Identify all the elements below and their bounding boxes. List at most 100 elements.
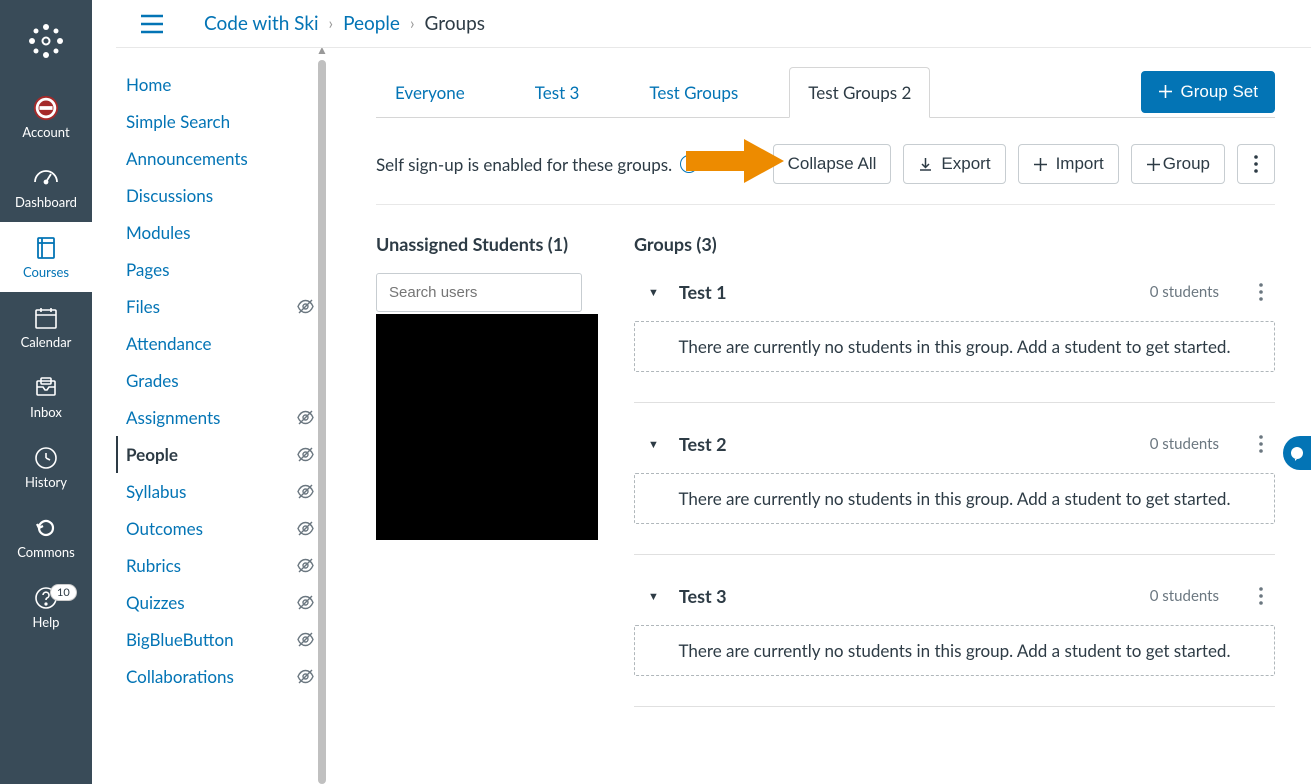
export-button[interactable]: Export [903, 144, 1005, 184]
button-label: Group [1163, 154, 1210, 174]
nav-label: Courses [23, 264, 69, 280]
plus-icon [1158, 84, 1173, 99]
coursenav-item-syllabus[interactable]: Syllabus [116, 473, 316, 510]
hidden-eye-icon [297, 631, 314, 648]
coursenav-item-rubrics[interactable]: Rubrics [116, 547, 316, 584]
coursenav-item-files[interactable]: Files [116, 288, 316, 325]
caret-down-icon: ▼ [648, 286, 659, 299]
unassigned-title: Unassigned Students (1) [376, 233, 610, 255]
nav-dashboard[interactable]: Dashboard [0, 152, 92, 222]
hidden-eye-icon [297, 446, 314, 463]
caret-down-icon: ▼ [648, 590, 659, 603]
nav-label: Help [33, 614, 60, 630]
nav-label: Account [22, 124, 69, 140]
coursenav-item-people[interactable]: People [116, 436, 316, 473]
coursenav-label: Simple Search [126, 111, 230, 132]
plus-icon [1033, 157, 1048, 172]
group-options-button[interactable] [1251, 435, 1271, 453]
breadcrumb-people[interactable]: People [343, 12, 400, 35]
signup-row: Self sign-up is enabled for these groups… [376, 118, 1275, 205]
dashboard-icon [32, 164, 60, 192]
group-header[interactable]: ▼Test 10 students [634, 273, 1275, 321]
nav-calendar[interactable]: Calendar [0, 292, 92, 362]
groups-panel: Groups (3) ▼Test 10 studentsThere are cu… [634, 233, 1275, 729]
coursenav-label: Files [126, 296, 160, 317]
group-dropzone[interactable]: There are currently no students in this … [634, 473, 1275, 524]
coursenav-item-simple-search[interactable]: Simple Search [116, 103, 316, 140]
group-dropzone[interactable]: There are currently no students in this … [634, 321, 1275, 372]
canvas-logo-icon [26, 21, 66, 61]
group-name: Test 3 [679, 585, 1150, 607]
tab-everyone[interactable]: Everyone [376, 67, 484, 118]
coursenav-item-attendance[interactable]: Attendance [116, 325, 316, 362]
scroll-up-caret-icon[interactable]: ▲ [316, 48, 328, 57]
nav-inbox[interactable]: Inbox [0, 362, 92, 432]
add-group-set-button[interactable]: Group Set [1141, 71, 1276, 113]
global-nav: Account Dashboard Courses Calendar Inbox [0, 0, 92, 784]
group-options-button[interactable] [1251, 283, 1271, 301]
coursenav-label: Syllabus [126, 481, 186, 502]
help-floating-button[interactable] [1283, 436, 1311, 470]
coursenav-item-discussions[interactable]: Discussions [116, 177, 316, 214]
collapse-all-button[interactable]: Collapse All [773, 144, 892, 184]
button-label: Export [941, 154, 990, 174]
hidden-eye-icon [297, 668, 314, 685]
nav-account[interactable]: Account [0, 82, 92, 152]
coursenav-label: Grades [126, 370, 179, 391]
hidden-eye-icon [297, 409, 314, 426]
coursenav-item-collaborations[interactable]: Collaborations [116, 658, 316, 695]
hamburger-icon [140, 14, 164, 34]
import-button[interactable]: Import [1018, 144, 1119, 184]
coursenav-item-bigbluebutton[interactable]: BigBlueButton [116, 621, 316, 658]
coursenav-label: Assignments [126, 407, 220, 428]
signup-message: Self sign-up is enabled for these groups… [376, 154, 672, 175]
coursenav-item-home[interactable]: Home [116, 66, 316, 103]
tab-test-groups-2[interactable]: Test Groups 2 [789, 67, 930, 118]
coursenav-label: People [126, 444, 178, 465]
group-header[interactable]: ▼Test 20 students [634, 425, 1275, 473]
groups-header: Groups (3) [634, 233, 1275, 255]
tab-test-groups[interactable]: Test Groups [630, 67, 757, 118]
coursenav-label: BigBlueButton [126, 629, 234, 650]
coursenav-label: Outcomes [126, 518, 203, 539]
nav-help[interactable]: 10 Help [0, 572, 92, 642]
caret-down-icon: ▼ [648, 438, 659, 451]
coursenav-label: Collaborations [126, 666, 234, 687]
chat-icon [1289, 445, 1305, 461]
button-label: Group Set [1181, 82, 1259, 102]
group-student-count: 0 students [1150, 435, 1219, 453]
coursenav-item-outcomes[interactable]: Outcomes [116, 510, 316, 547]
hidden-eye-icon [297, 298, 314, 315]
canvas-logo[interactable] [0, 0, 92, 82]
nav-courses[interactable]: Courses [0, 222, 92, 292]
breadcrumb-course[interactable]: Code with Ski [204, 12, 319, 35]
coursenav-label: Home [126, 74, 171, 95]
coursenav-item-grades[interactable]: Grades [116, 362, 316, 399]
redacted-student-list [376, 314, 598, 540]
search-users-input[interactable] [376, 273, 582, 312]
nav-label: Dashboard [15, 194, 77, 210]
coursenav-item-quizzes[interactable]: Quizzes [116, 584, 316, 621]
hamburger-button[interactable] [140, 14, 164, 34]
download-icon [918, 157, 933, 172]
group-header[interactable]: ▼Test 30 students [634, 577, 1275, 625]
group-dropzone[interactable]: There are currently no students in this … [634, 625, 1275, 676]
coursenav-item-assignments[interactable]: Assignments [116, 399, 316, 436]
coursenav-item-modules[interactable]: Modules [116, 214, 316, 251]
tab-test-3[interactable]: Test 3 [516, 67, 599, 118]
nav-label: History [25, 474, 67, 490]
nav-commons[interactable]: Commons [0, 502, 92, 572]
button-label: Import [1056, 154, 1104, 174]
main-content: Everyone Test 3 Test Groups Test Groups 2 G… [316, 48, 1311, 784]
coursenav-item-announcements[interactable]: Announcements [116, 140, 316, 177]
coursenav-label: Modules [126, 222, 191, 243]
account-icon [32, 94, 60, 122]
hidden-eye-icon [297, 594, 314, 611]
more-options-button[interactable] [1237, 144, 1275, 184]
kebab-icon [1259, 283, 1263, 301]
nav-history[interactable]: History [0, 432, 92, 502]
hidden-eye-icon [297, 483, 314, 500]
add-group-button[interactable]: Group [1131, 144, 1225, 184]
coursenav-item-pages[interactable]: Pages [116, 251, 316, 288]
group-options-button[interactable] [1251, 587, 1271, 605]
